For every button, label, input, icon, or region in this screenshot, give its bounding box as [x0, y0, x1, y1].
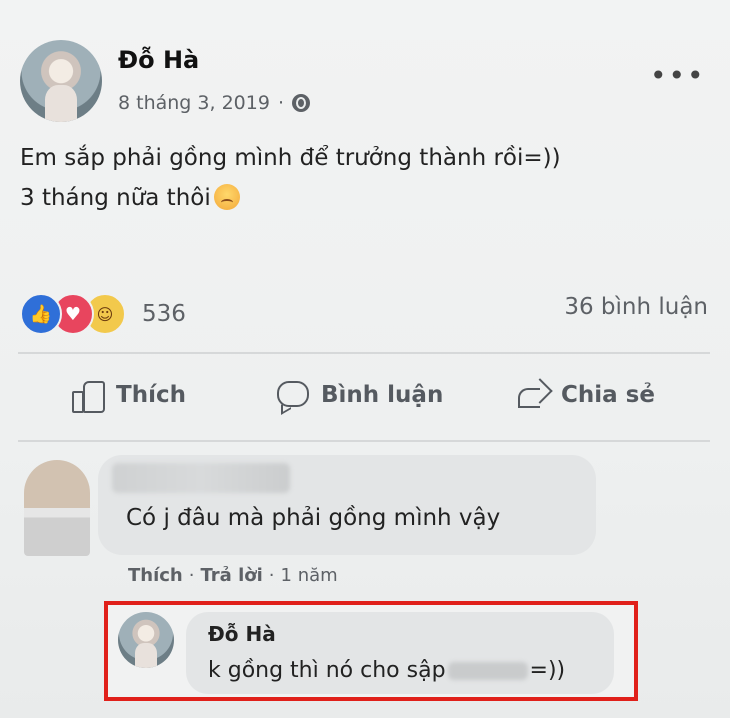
meta-separator: · [277, 92, 284, 114]
share-button[interactable]: Chia sẻ [515, 378, 655, 412]
post-text-line-2-wrap: 3 tháng nữa thôi [20, 178, 561, 218]
divider-bottom [18, 440, 710, 442]
comment-meta: Thích · Trả lời · 1 năm [128, 565, 338, 586]
like-button-label: Thích [116, 382, 186, 408]
thumbs-up-icon [70, 378, 105, 413]
speech-bubble-icon [275, 378, 309, 412]
post-meta: 8 tháng 3, 2019 · [118, 92, 310, 114]
post-text: Em sắp phải gồng mình để trưởng thành rồ… [20, 138, 561, 218]
share-button-label: Chia sẻ [561, 382, 655, 408]
share-arrow-icon [515, 378, 549, 412]
reply-text: k gồng thì nó cho sập =)) [208, 658, 565, 683]
comment-text: Có j đâu mà phải gồng mình vậy [126, 505, 501, 531]
post-author-name[interactable]: Đỗ Hà [118, 46, 199, 74]
commenter-avatar[interactable] [24, 460, 90, 556]
post-date[interactable]: 8 tháng 3, 2019 [118, 92, 270, 114]
like-icon: 👍 [20, 293, 62, 335]
divider-top [18, 352, 710, 354]
reply-author-avatar[interactable] [118, 612, 174, 668]
reply-text-before: k gồng thì nó cho sập [208, 658, 446, 683]
commenter-name-blurred [112, 463, 290, 493]
comment-time[interactable]: 1 năm [281, 565, 338, 586]
globe-icon [291, 94, 310, 112]
post-text-line-1: Em sắp phải gồng mình để trưởng thành rồ… [20, 145, 561, 171]
reactions-summary[interactable]: 👍 ♥ ☺ 536 [20, 293, 186, 335]
comment-button[interactable]: Bình luận [275, 378, 443, 412]
facebook-post-screen: Đỗ Hà 8 tháng 3, 2019 · ••• Em sắp phải … [0, 0, 730, 718]
reply-author-name[interactable]: Đỗ Hà [208, 622, 276, 646]
comment-meta-dot: · [188, 565, 195, 586]
like-button[interactable]: Thích [70, 378, 186, 413]
comment-button-label: Bình luận [321, 382, 444, 408]
reply-text-after: =)) [529, 658, 566, 683]
comment-meta-dot-2: · [268, 565, 275, 586]
comment-reply-link[interactable]: Trả lời [200, 565, 262, 586]
more-options-icon[interactable]: ••• [650, 62, 706, 90]
censored-word [447, 661, 528, 680]
author-avatar[interactable] [20, 40, 102, 122]
sad-emoji-icon [213, 184, 240, 210]
post-text-line-2: 3 tháng nữa thôi [20, 185, 211, 211]
reaction-count: 536 [142, 301, 186, 327]
comment-count[interactable]: 36 bình luận [564, 294, 708, 320]
comment-like-link[interactable]: Thích [128, 565, 183, 586]
